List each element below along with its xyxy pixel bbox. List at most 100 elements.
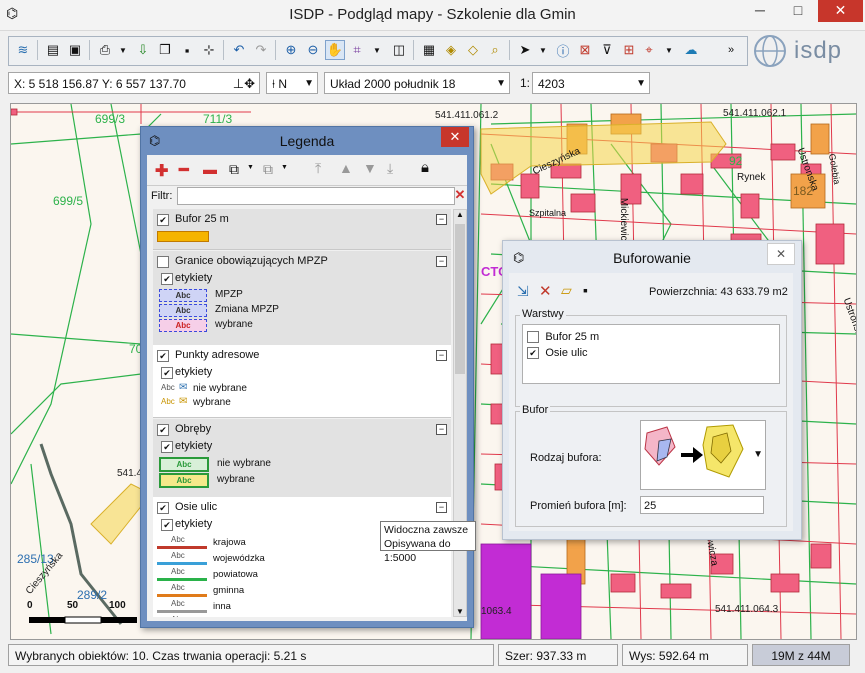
scroll-down-icon[interactable]: ▼	[456, 607, 464, 616]
print-icon[interactable]: ⎙	[95, 40, 115, 60]
layer-search-icon[interactable]: ⌕	[485, 40, 505, 60]
extent-icon[interactable]: ◫	[389, 40, 409, 60]
buffer-close-button[interactable]: ✕	[767, 243, 795, 265]
group-icon[interactable]: ⧉	[229, 161, 239, 178]
layer-checkbox[interactable]: ✔	[157, 424, 169, 436]
toolbar-overflow-icon[interactable]: »	[721, 40, 741, 60]
move-down-icon[interactable]: ▼	[363, 160, 377, 176]
tree-icon[interactable]: ⊹	[199, 40, 219, 60]
zoom-in-icon[interactable]: ⊕	[281, 40, 301, 60]
road-line-symbol	[157, 594, 207, 597]
scroll-up-icon[interactable]: ▲	[456, 210, 464, 219]
layer-checkbox[interactable]: ✔	[157, 350, 169, 362]
buffer-type-select[interactable]: ▼	[640, 420, 766, 490]
tooltip-line: Opisywana do 1:5000	[384, 538, 451, 564]
duplicate-icon[interactable]: ⧉	[263, 161, 273, 178]
scrollbar-thumb[interactable]	[455, 224, 465, 374]
info-icon[interactable]: ⓘ	[553, 40, 573, 60]
add-layer-icon[interactable]: ✚	[155, 161, 168, 181]
save-icon[interactable]: ▪	[583, 282, 588, 298]
legend-close-button[interactable]: ✕	[441, 127, 469, 147]
labels-checkbox[interactable]: ✔	[161, 519, 173, 531]
layer-edit-icon[interactable]: ◇	[463, 40, 483, 60]
crs-select[interactable]: Układ 2000 południk 18 ▼	[324, 72, 510, 94]
layer-checkbox[interactable]: ✔	[157, 214, 169, 226]
maximize-button[interactable]: □	[783, 0, 813, 22]
separator	[509, 40, 510, 60]
legend-layer-precincts[interactable]: ✔ Obręby − ✔ etykiety Abc nie wybrane Ab…	[153, 419, 451, 498]
legend-item: nie wybrane	[193, 383, 247, 394]
clear-filter-icon[interactable]: ✕	[453, 187, 467, 203]
labels-checkbox[interactable]: ✔	[161, 441, 173, 453]
legend-layer-bufor[interactable]: ✔ Bufor 25 m −	[153, 209, 451, 250]
north-arrow-combo[interactable]: ⍿ N ▼	[266, 72, 318, 94]
coordinate-tools-icon[interactable]: ⊥✥	[233, 73, 255, 95]
zoom-dropdown-icon[interactable]: ▼	[367, 40, 387, 60]
scale-prefix: 1:	[520, 76, 531, 90]
layers-icon[interactable]: ≋	[13, 40, 33, 60]
lock-icon[interactable]: 🔒︎	[421, 159, 429, 176]
clear-selection-icon[interactable]: ⊠	[575, 40, 595, 60]
add-buffer-icon[interactable]: ⇲	[517, 283, 529, 300]
move-bottom-icon[interactable]: ⤓	[387, 160, 393, 177]
layer-checkbox[interactable]	[527, 330, 539, 343]
move-up-icon[interactable]: ▲	[339, 160, 353, 176]
layer-checkbox[interactable]: ✔	[157, 502, 169, 514]
filter-icon[interactable]: ⊽	[597, 40, 617, 60]
pointer-icon[interactable]: ➤	[515, 40, 535, 60]
pan-hand-icon[interactable]: ✋	[325, 40, 345, 60]
layer-checkbox[interactable]: ✔	[527, 346, 539, 359]
collapse-icon[interactable]: −	[436, 214, 447, 225]
layer-row-bufor[interactable]: Bufor 25 m	[527, 329, 599, 343]
labels-checkbox[interactable]: ✔	[161, 367, 173, 379]
layer-checkbox[interactable]	[157, 256, 169, 268]
legend-layer-addresses[interactable]: ✔ Punkty adresowe − ✔ etykiety Abc ✉ nie…	[153, 345, 451, 418]
export-icon[interactable]: ☁	[681, 40, 701, 60]
download-icon[interactable]: ⇩	[133, 40, 153, 60]
close-button[interactable]: ✕	[818, 0, 863, 22]
legend-item: wybrane	[215, 319, 253, 330]
buffer-symbol	[157, 231, 209, 242]
layer-add-icon[interactable]: ◈	[441, 40, 461, 60]
scale-value: 4203	[538, 77, 565, 91]
grid-zoom-icon[interactable]: ⌗	[347, 40, 367, 60]
save-icon[interactable]: ▪	[177, 40, 197, 60]
filter-input[interactable]	[177, 187, 455, 205]
zoom-out-icon[interactable]: ⊖	[303, 40, 323, 60]
measure-dropdown-icon[interactable]: ▼	[659, 40, 679, 60]
copy-icon[interactable]: ❐	[155, 40, 175, 60]
move-top-icon[interactable]: ⤒	[315, 160, 321, 177]
redo-icon[interactable]: ↷	[251, 40, 271, 60]
buffer-window[interactable]: ⌬ Buforowanie ✕ ⇲ ✕ ▱ ▪ Powierzchnia: 43…	[502, 240, 802, 540]
delete-icon[interactable]: ✕	[539, 282, 552, 300]
chevron-down-icon[interactable]: ▼	[281, 164, 288, 171]
properties-icon[interactable]: ▤	[43, 40, 63, 60]
labels-checkbox[interactable]: ✔	[161, 273, 173, 285]
remove-all-icon[interactable]: ▬	[203, 161, 217, 177]
collapse-icon[interactable]: −	[436, 424, 447, 435]
legend-layer-mpzp[interactable]: Granice obowiązujących MPZP − ✔ etykiety…	[153, 251, 451, 348]
collapse-icon[interactable]: −	[436, 350, 447, 361]
scale-select[interactable]: 4203 ▼	[532, 72, 650, 94]
pointer-dropdown-icon[interactable]: ▼	[533, 40, 553, 60]
abc-symbol: Abc	[171, 599, 185, 608]
labels-name: etykiety	[175, 366, 213, 378]
open-folder-icon[interactable]: ▱	[561, 282, 572, 299]
layer-name: Granice obowiązujących MPZP	[175, 255, 328, 267]
select-area-icon[interactable]: ▦	[419, 40, 439, 60]
minimize-button[interactable]: ─	[745, 0, 775, 22]
measure-icon[interactable]: ⌖	[639, 40, 659, 60]
print-dropdown-icon[interactable]: ▼	[113, 40, 133, 60]
window-title: ISDP - Podgląd mapy - Szkolenie dla Gmin	[289, 6, 576, 23]
layer-row-osie[interactable]: ✔ Osie ulic	[527, 345, 588, 359]
table-icon[interactable]: ⊞	[619, 40, 639, 60]
map-label: 182	[793, 184, 814, 198]
chevron-down-icon[interactable]: ▼	[247, 164, 254, 171]
chevron-down-icon[interactable]: ▼	[753, 449, 763, 460]
buffer-radius-input[interactable]: 25	[640, 496, 764, 514]
undo-icon[interactable]: ↶	[229, 40, 249, 60]
remove-layer-icon[interactable]: ━	[179, 160, 189, 180]
collapse-icon[interactable]: −	[436, 502, 447, 513]
preview-icon[interactable]: ▣	[65, 40, 85, 60]
collapse-icon[interactable]: −	[436, 256, 447, 267]
